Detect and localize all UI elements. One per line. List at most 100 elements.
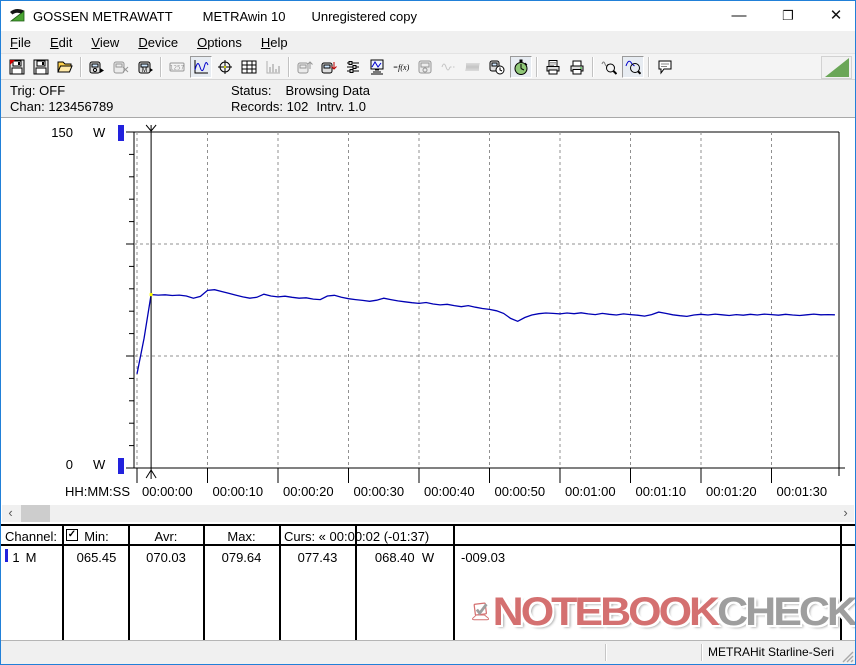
col-header-channel: Channel: <box>5 529 57 544</box>
annotation-button[interactable] <box>654 56 676 78</box>
title-license-note: Unregistered copy <box>311 9 417 24</box>
menu-item-edit[interactable]: Edit <box>45 33 77 52</box>
y-axis-unit-bottom: W <box>93 457 105 472</box>
x-tick-label: 00:00:20 <box>283 484 334 499</box>
online-monitor-button[interactable] <box>366 56 388 78</box>
toolbar-separator <box>160 57 162 77</box>
print-button[interactable] <box>566 56 588 78</box>
view-numeric-button: 1257 <box>166 56 188 78</box>
zoom-curve-button[interactable] <box>622 56 644 78</box>
cell-avr: 070.03 <box>129 550 203 565</box>
app-window: GOSSEN METRAWATT METRAwin 10 Unregistere… <box>0 0 856 665</box>
magnifier-wave-icon <box>601 59 617 75</box>
col-header-max: Max: <box>204 529 279 544</box>
power-line-chart <box>1 118 856 504</box>
histogram-icon <box>265 59 281 75</box>
y-axis-unit-top: W <box>93 125 105 140</box>
meter-right-icon <box>89 59 105 75</box>
view-crosshair-button[interactable] <box>214 56 236 78</box>
x-tick-label: 00:00:40 <box>424 484 475 499</box>
device-connect-button[interactable] <box>86 56 108 78</box>
measurement-table: Channel: ✓ Min: Avr: Max: Curs: « 00:00:… <box>1 524 855 640</box>
col-header-avr: Avr: <box>129 529 203 544</box>
col-header-cursor: Curs: « 00:00:02 (-01:37) <box>284 529 429 544</box>
power-series-line <box>137 290 835 374</box>
title-app-name: GOSSEN METRAWATT <box>33 9 173 24</box>
x-tick-label: 00:01:10 <box>636 484 687 499</box>
zoom-pan-button[interactable] <box>598 56 620 78</box>
minimize-button[interactable]: — <box>724 1 754 30</box>
view-table-button[interactable] <box>238 56 260 78</box>
save-file-button[interactable] <box>6 56 28 78</box>
toolbar-separator <box>288 57 290 77</box>
toolbar-separator <box>536 57 538 77</box>
cell-delta: -009.03 <box>461 550 505 565</box>
close-button[interactable]: ✕ <box>821 1 851 30</box>
y-axis-max-label: 150 <box>37 125 73 140</box>
menu-item-device[interactable]: Device <box>133 33 183 52</box>
scroll-left-arrow[interactable]: ‹ <box>2 505 19 522</box>
channel-marker-top <box>118 125 124 141</box>
channel-list: Chan: 123456789 <box>10 99 113 115</box>
folder-open-icon <box>57 59 73 75</box>
interval-timer-button[interactable] <box>510 56 532 78</box>
x-tick-label: 00:00:30 <box>354 484 405 499</box>
toolbar-separator <box>592 57 594 77</box>
channel-settings-button[interactable] <box>342 56 364 78</box>
meter-up-icon <box>297 59 313 75</box>
download-data-button[interactable] <box>318 56 340 78</box>
menu-item-options[interactable]: Options <box>192 33 247 52</box>
menu-item-file[interactable]: File <box>5 33 36 52</box>
disk-red-icon <box>9 59 25 75</box>
svg-text:1257: 1257 <box>170 64 185 71</box>
table-divider <box>62 526 64 640</box>
chart-horizontal-scrollbar[interactable]: ‹ › <box>2 505 854 522</box>
cursor-intersection-marker <box>150 293 153 296</box>
y-axis-min-label: 0 <box>37 457 73 472</box>
statusbar-divider <box>701 644 703 661</box>
crosshair-icon <box>217 59 233 75</box>
menu-item-help[interactable]: Help <box>256 33 293 52</box>
table-divider <box>279 526 281 640</box>
time-sync-button[interactable] <box>486 56 508 78</box>
numeric-display-icon: 1257 <box>169 59 185 75</box>
wave-dense-icon <box>465 59 481 75</box>
upload-data-button <box>294 56 316 78</box>
maximize-button[interactable]: ❐ <box>773 1 803 30</box>
x-tick-label: 00:01:20 <box>706 484 757 499</box>
toolbar-separator <box>80 57 82 77</box>
wave-chart-icon <box>193 59 209 75</box>
svg-text:M: M <box>142 68 147 74</box>
cell-min: 065.45 <box>65 550 128 565</box>
stopwatch-icon <box>513 59 529 75</box>
device-memory-button[interactable]: M <box>134 56 156 78</box>
meter-down-icon <box>321 59 337 75</box>
sliders-icon <box>345 59 361 75</box>
resize-grip[interactable] <box>841 650 854 663</box>
records-readout: Records: 102Intrv. 1.0 <box>231 99 370 115</box>
wave-small-icon <box>441 59 457 75</box>
x-tick-label: 00:00:10 <box>213 484 264 499</box>
table-divider <box>453 526 455 640</box>
wave-single-button <box>438 56 460 78</box>
menu-bar: File Edit View Device Options Help <box>1 31 855 53</box>
printer-doc-icon <box>545 59 561 75</box>
x-tick-label: 00:00:50 <box>495 484 546 499</box>
open-file-button[interactable] <box>54 56 76 78</box>
x-tick-label: 00:01:00 <box>565 484 616 499</box>
channel-color-bar <box>5 549 8 562</box>
save-channels-button[interactable] <box>30 56 52 78</box>
scroll-right-arrow[interactable]: › <box>837 505 854 522</box>
magnifier-curve-icon <box>625 59 641 75</box>
cell-channel-flag: M <box>25 550 37 565</box>
print-report-button[interactable] <box>542 56 564 78</box>
title-bar: GOSSEN METRAWATT METRAwin 10 Unregistere… <box>1 1 855 31</box>
scrollbar-thumb[interactable] <box>21 505 50 522</box>
formula-button[interactable]: =f(x) <box>390 56 412 78</box>
fx-icon: =f(x) <box>393 59 409 75</box>
menu-item-view[interactable]: View <box>86 33 124 52</box>
view-curve-button[interactable] <box>190 56 212 78</box>
x-tick-label: 00:01:30 <box>777 484 828 499</box>
status-bar: METRAHit Starline-Seri <box>1 640 855 664</box>
toolbar-separator <box>648 57 650 77</box>
